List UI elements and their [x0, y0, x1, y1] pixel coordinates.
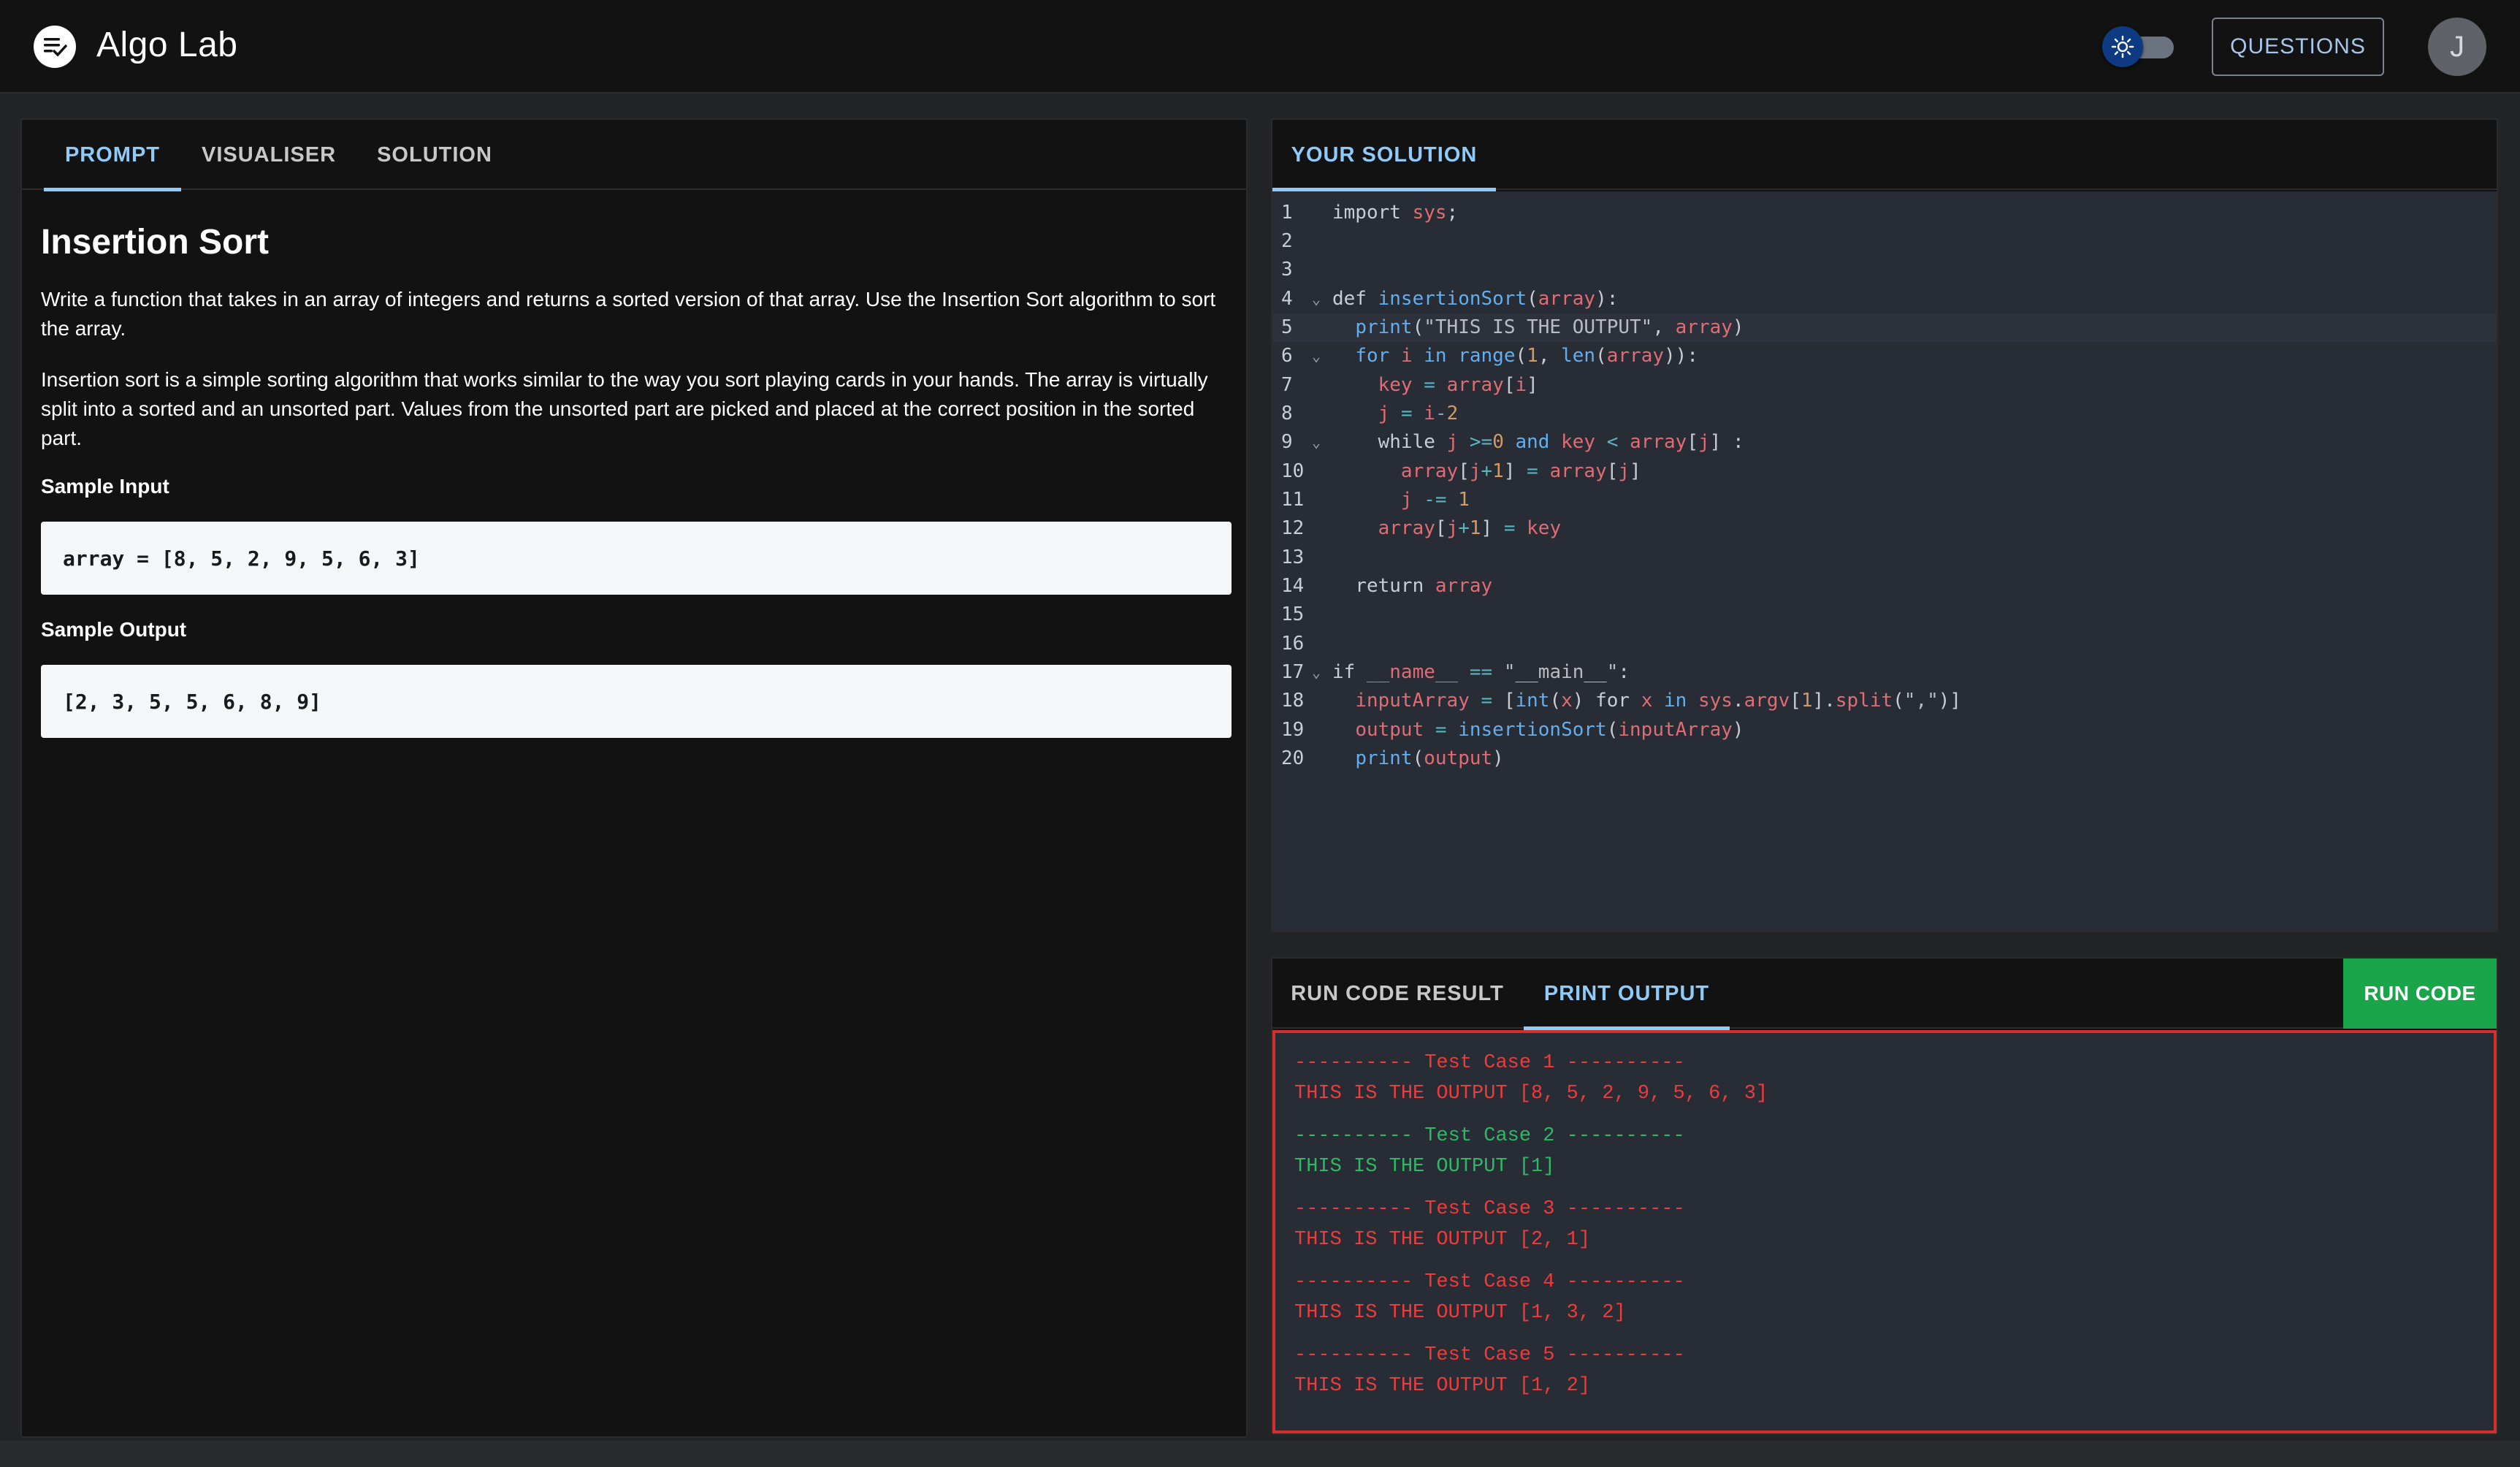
- code-line[interactable]: 4 ⌄ def insertionSort(array):: [1272, 285, 2497, 313]
- tab-visualiser[interactable]: VISUALISER: [184, 120, 354, 190]
- editor-tabs: YOUR SOLUTION: [1272, 120, 2497, 191]
- code-line[interactable]: 12 array[j+1] = key: [1272, 514, 2497, 543]
- app-header: Algo Lab QUESTIONS J: [0, 0, 2520, 94]
- code-line[interactable]: 5 print("THIS IS THE OUTPUT", array): [1272, 313, 2497, 343]
- sample-output-label: Sample Output: [41, 618, 187, 641]
- code-line[interactable]: 7 key = array[i]: [1272, 371, 2497, 400]
- code-line[interactable]: 3: [1272, 256, 2497, 284]
- code-line[interactable]: 6 ⌄ for i in range(1, len(array)):: [1272, 342, 2497, 370]
- test-case-header: ---------- Test Case 1 ----------: [1294, 1052, 1685, 1074]
- prompt-tabs: PROMPT VISUALISER SOLUTION: [22, 120, 1246, 191]
- test-case-output: THIS IS THE OUTPUT [2, 1]: [1294, 1229, 1591, 1251]
- output-panel: RUN CODE RESULT PRINT OUTPUT RUN CODE --…: [1271, 957, 2498, 1435]
- sample-output-box: [2, 3, 5, 5, 6, 8, 9]: [41, 665, 1232, 738]
- tab-your-solution[interactable]: YOUR SOLUTION: [1272, 120, 1496, 191]
- tab-prompt[interactable]: PROMPT: [44, 120, 181, 191]
- sample-input-box: array = [8, 5, 2, 9, 5, 6, 3]: [41, 522, 1232, 595]
- code-line[interactable]: 11 j -= 1: [1272, 486, 2497, 514]
- code-line[interactable]: 14 return array: [1272, 572, 2497, 601]
- code-line[interactable]: 9 ⌄ while j >=0 and key < array[j] :: [1272, 428, 2497, 457]
- app-title: Algo Lab: [96, 26, 238, 64]
- output-tabs: RUN CODE RESULT PRINT OUTPUT: [1272, 959, 2497, 1030]
- theme-toggle[interactable]: [2102, 26, 2175, 67]
- chevron-down-icon[interactable]: ⌄: [1312, 428, 1321, 457]
- sun-icon: [2111, 35, 2134, 58]
- code-line[interactable]: 1 import sys;: [1272, 199, 2497, 227]
- avatar[interactable]: J: [2428, 18, 2486, 76]
- print-output-console: ---------- Test Case 1 ---------- THIS I…: [1272, 1030, 2497, 1433]
- code-line[interactable]: 13: [1272, 544, 2497, 572]
- code-line[interactable]: 15: [1272, 601, 2497, 629]
- code-line[interactable]: 8 j = i-2: [1272, 400, 2497, 428]
- bottom-strip: [0, 1441, 2520, 1467]
- test-case-output: THIS IS THE OUTPUT [1, 3, 2]: [1294, 1302, 1626, 1324]
- test-case-header: ---------- Test Case 5 ----------: [1294, 1344, 1685, 1366]
- problem-description: Write a function that takes in an array …: [41, 288, 1216, 340]
- code-line[interactable]: 10 array[j+1] = array[j]: [1272, 457, 2497, 486]
- problem-title: Insertion Sort: [41, 223, 270, 262]
- questions-button[interactable]: QUESTIONS: [2212, 18, 2384, 76]
- checklist-icon[interactable]: [34, 26, 76, 68]
- code-line[interactable]: 2: [1272, 227, 2497, 256]
- test-case-header: ---------- Test Case 3 ----------: [1294, 1198, 1685, 1220]
- chevron-down-icon[interactable]: ⌄: [1312, 658, 1321, 687]
- code-line[interactable]: 16: [1272, 630, 2497, 658]
- chevron-down-icon[interactable]: ⌄: [1312, 342, 1321, 370]
- editor-panel: YOUR SOLUTION 1 import sys; 2 3 4 ⌄ def ins…: [1271, 118, 2498, 932]
- test-case-output: THIS IS THE OUTPUT [8, 5, 2, 9, 5, 6, 3]: [1294, 1083, 1768, 1105]
- run-code-button[interactable]: RUN CODE: [2343, 959, 2497, 1029]
- sample-input-label: Sample Input: [41, 475, 169, 498]
- code-editor[interactable]: 1 import sys; 2 3 4 ⌄ def insertionSort(arr…: [1272, 191, 2497, 931]
- code-line[interactable]: 17 ⌄ if __name__ == "__main__":: [1272, 658, 2497, 687]
- tab-print-output[interactable]: PRINT OUTPUT: [1524, 959, 1730, 1030]
- test-case-output: THIS IS THE OUTPUT [1]: [1294, 1156, 1555, 1178]
- test-case-header: ---------- Test Case 2 ----------: [1294, 1125, 1685, 1147]
- code-line[interactable]: 20 print(output): [1272, 744, 2497, 773]
- test-case-header: ---------- Test Case 4 ----------: [1294, 1271, 1685, 1293]
- tab-solution[interactable]: SOLUTION: [358, 120, 511, 190]
- tab-run-code-result[interactable]: RUN CODE RESULT: [1272, 959, 1522, 1029]
- problem-explanation: Insertion sort is a simple sorting algor…: [41, 368, 1208, 449]
- prompt-panel: PROMPT VISUALISER SOLUTION Insertion Sor…: [20, 118, 1248, 1438]
- test-case-output: THIS IS THE OUTPUT [1, 2]: [1294, 1375, 1591, 1397]
- code-line[interactable]: 19 output = insertionSort(inputArray): [1272, 716, 2497, 744]
- code-line[interactable]: 18 inputArray = [int(x) for x in sys.arg…: [1272, 687, 2497, 715]
- toggle-knob[interactable]: [2102, 26, 2143, 67]
- chevron-down-icon[interactable]: ⌄: [1312, 285, 1321, 313]
